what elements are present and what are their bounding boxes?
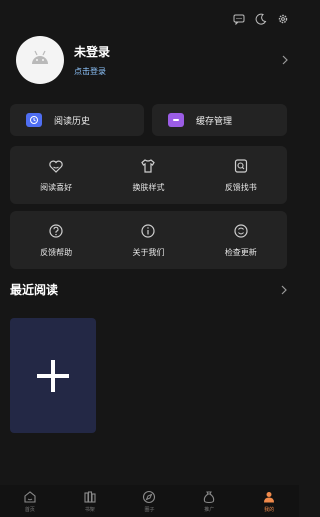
search-book-icon <box>234 158 247 173</box>
feedback-help-label: 反馈帮助 <box>40 247 73 257</box>
tab-bookshelf-label: 书架 <box>84 506 95 513</box>
username: 未登录 <box>74 45 111 59</box>
info-icon <box>141 223 156 238</box>
moon-icon[interactable] <box>255 10 267 25</box>
skin-style-label: 换肤样式 <box>132 182 165 192</box>
settings-icon[interactable] <box>277 10 289 24</box>
heart-icon <box>49 160 63 173</box>
about-us-button[interactable]: 关于我们 <box>102 211 194 269</box>
check-update-label: 检查更新 <box>224 247 257 257</box>
feedback-find-book-button[interactable]: 反馈找书 <box>195 146 287 204</box>
profile-icon <box>264 491 275 502</box>
feature-grid-2: 反馈帮助 关于我们 检查更新 <box>10 211 287 269</box>
cache-management-label: 缓存管理 <box>196 116 233 127</box>
feedback-help-button[interactable]: 反馈帮助 <box>10 211 102 269</box>
recent-reading-header[interactable]: 最近阅读 <box>10 281 289 298</box>
check-update-button[interactable]: 检查更新 <box>195 211 287 269</box>
top-icons <box>233 10 289 26</box>
reading-preference-button[interactable]: 阅读喜好 <box>10 146 102 204</box>
compass-icon <box>143 490 156 503</box>
feedback-find-book-label: 反馈找书 <box>224 182 257 192</box>
chevron-right-icon[interactable] <box>280 55 290 65</box>
reading-preference-label: 阅读喜好 <box>40 182 73 192</box>
tab-home[interactable]: 首页 <box>0 485 60 517</box>
tab-circle[interactable]: 圈子 <box>120 485 180 517</box>
bookshelf-icon <box>84 490 96 503</box>
history-icon <box>26 113 42 127</box>
cache-management-button[interactable]: 缓存管理 <box>152 104 287 136</box>
avatar[interactable] <box>16 36 64 84</box>
tab-promotion[interactable]: 推广 <box>179 485 239 517</box>
add-book-tile[interactable] <box>10 318 96 433</box>
tab-promotion-label: 推广 <box>204 506 215 513</box>
bottom-tab-bar: 首页 书架 圈子 推广 我的 <box>0 485 299 517</box>
help-icon <box>49 223 63 238</box>
money-bag-icon <box>204 491 215 503</box>
message-icon[interactable] <box>233 10 245 26</box>
about-us-label: 关于我们 <box>132 247 165 257</box>
section-title: 最近阅读 <box>10 283 59 297</box>
login-link[interactable]: 点击登录 <box>74 66 280 77</box>
plus-icon <box>37 359 69 392</box>
feature-grid-1: 阅读喜好 换肤样式 反馈找书 <box>10 146 287 204</box>
reading-history-button[interactable]: 阅读历史 <box>10 104 144 136</box>
android-avatar-icon <box>32 50 48 64</box>
tab-mine[interactable]: 我的 <box>239 485 299 517</box>
tab-circle-label: 圈子 <box>144 506 155 513</box>
reading-history-label: 阅读历史 <box>54 116 91 127</box>
home-icon <box>24 490 36 503</box>
update-icon <box>234 223 248 238</box>
profile-header[interactable]: 未登录 点击登录 <box>16 36 290 84</box>
cache-icon <box>168 113 184 127</box>
tab-mine-label: 我的 <box>264 506 275 513</box>
chevron-right-icon[interactable] <box>279 285 289 295</box>
shirt-icon <box>141 158 156 173</box>
skin-style-button[interactable]: 换肤样式 <box>102 146 194 204</box>
tab-bookshelf[interactable]: 书架 <box>60 485 120 517</box>
tab-home-label: 首页 <box>24 506 35 513</box>
